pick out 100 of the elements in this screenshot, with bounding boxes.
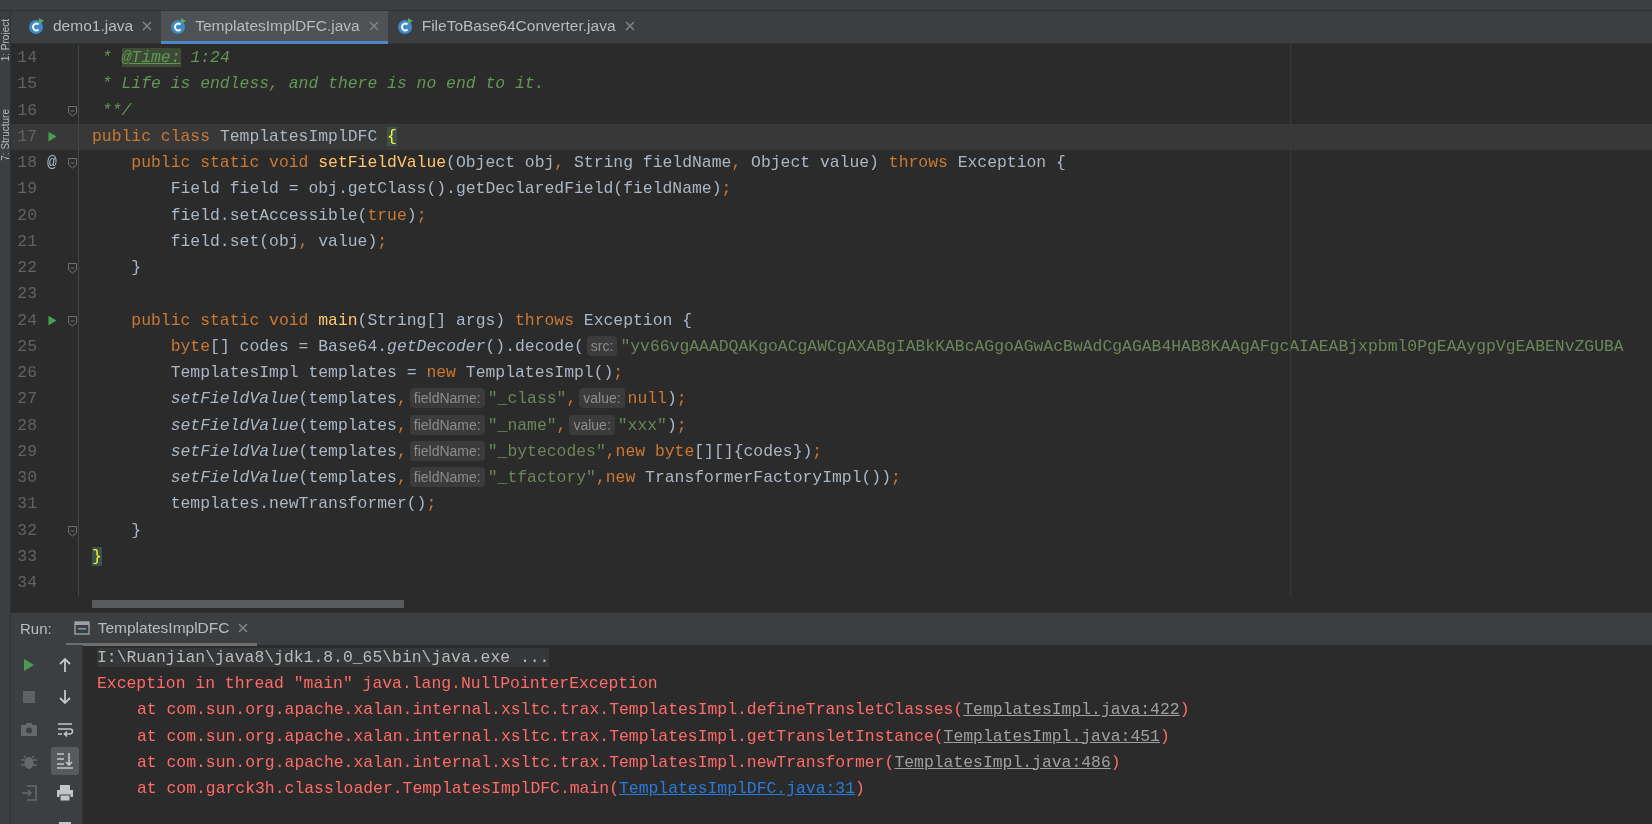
fold-icon[interactable] — [67, 157, 78, 170]
code-text: setFieldValue — [169, 441, 299, 461]
code-text: value) — [318, 231, 378, 251]
bug-icon — [20, 752, 38, 770]
scrollbar-thumb[interactable] — [92, 600, 404, 608]
fold-icon[interactable] — [67, 104, 78, 117]
fold-icon[interactable] — [67, 524, 78, 537]
parameter-hint: value: — [579, 388, 625, 409]
code-text: (Object obj — [446, 153, 555, 172]
code-text: TemplatesImpl templates = — [169, 363, 418, 382]
code-text: } — [130, 258, 142, 277]
editor-tab[interactable]: TemplatesImplDFC.java — [161, 11, 388, 44]
source-link[interactable]: TemplatesImpl.java:451 — [943, 726, 1160, 746]
code-text: "_tfactory" — [487, 468, 596, 487]
code-text: ) — [666, 389, 677, 409]
editor-tab[interactable]: FileToBase64Converter.java — [387, 11, 644, 44]
close-icon[interactable] — [141, 20, 154, 32]
close-icon[interactable] — [237, 621, 250, 634]
code-text: Exception { — [957, 153, 1066, 172]
code-text: **/ — [100, 100, 132, 120]
line-number: 22 — [16, 257, 37, 279]
code-text: , — [731, 153, 743, 172]
console-text: I:\Ruanjian\java8\jdk1.8.0_65\bin\java.exe ... — [97, 648, 550, 667]
console-text: at com.garck3h.classloader.TemplatesImplDFC.main( — [137, 778, 619, 798]
parameter-hint: value: — [569, 414, 615, 435]
code-text: [] codes = Base64. — [210, 336, 388, 356]
source-link[interactable]: TemplatesImpl.java:422 — [963, 700, 1180, 720]
editor-tab[interactable]: demo1.java — [19, 11, 162, 44]
line-number: 21 — [16, 230, 37, 253]
code-text: setFieldValue — [318, 153, 447, 172]
line-number: 26 — [16, 362, 37, 384]
code-text: Field field = obj.getClass().getDeclaredField(fieldName) — [169, 179, 722, 199]
code-text: , — [396, 415, 407, 435]
class-file-icon — [169, 17, 188, 35]
close-icon[interactable] — [623, 20, 636, 32]
code-text: "_name" — [487, 415, 557, 435]
close-icon[interactable] — [367, 20, 380, 32]
code-text: String fieldName — [574, 153, 732, 172]
run-panel-label: Run: — [19, 618, 53, 639]
console-text: Exception in thread "main" java.lang.NullPointerException — [97, 674, 658, 694]
code-text: throws — [888, 153, 949, 172]
console-icon — [73, 619, 90, 636]
line-number: 32 — [16, 519, 37, 542]
code-text: 1:24 — [189, 48, 230, 67]
scroll-to-end-button[interactable] — [51, 747, 79, 775]
code-text: "yv66vgAAADQAKgoACgAWCgAXABgIABkKABcAGgoAGwAcBwAdCgAGAB4HAB8KAAgAFgcAIAEABjxpbml0PgEAAygpVgEABENvZGUBA — [620, 336, 1624, 356]
line-number: 23 — [16, 283, 37, 306]
code-text: } — [92, 546, 102, 566]
class-file-icon — [395, 17, 414, 35]
source-link[interactable]: TemplatesImpl.java:486 — [894, 752, 1111, 772]
code-text: { — [387, 126, 397, 146]
code-text: (templates — [298, 415, 397, 435]
code-text: (templates — [298, 389, 397, 409]
code-text: } — [130, 520, 142, 540]
code-text: setFieldValue — [169, 468, 299, 487]
console-text: at com.sun.org.apache.xalan.internal.xsltc.trax.TemplatesImpl.newTransformer( — [137, 752, 895, 772]
line-number: 34 — [16, 572, 37, 594]
up-arrow-icon — [57, 657, 73, 673]
line-number: 31 — [16, 493, 37, 516]
override-marker[interactable]: @ — [47, 150, 57, 177]
line-number: 24 — [16, 309, 37, 332]
code-text: "xxx" — [617, 415, 667, 435]
code-text: [][]{codes}) — [694, 441, 813, 461]
code-text: getDecoder — [387, 336, 486, 356]
line-number: 33 — [16, 545, 37, 568]
code-text: @Time: — [121, 48, 181, 67]
parameter-hint: fieldName: — [409, 467, 485, 487]
line-number: 19 — [16, 178, 37, 201]
line-number: 30 — [16, 467, 37, 489]
console-text: ) — [855, 778, 865, 798]
code-text: field.setAccessible( — [169, 205, 368, 225]
parameter-hint: fieldName: — [409, 440, 485, 461]
line-number: 29 — [16, 440, 37, 463]
code-text: , — [556, 415, 567, 435]
code-text: ; — [676, 415, 687, 435]
code-text: setFieldValue — [169, 415, 299, 435]
class-file-icon — [27, 17, 45, 35]
run-gutter-icon[interactable] — [45, 314, 59, 328]
run-gutter-icon[interactable] — [45, 130, 59, 144]
line-number: 16 — [16, 99, 37, 122]
code-text: TemplatesImpl() — [465, 363, 614, 382]
source-link[interactable]: TemplatesImplDFC.java:31 — [618, 778, 856, 798]
code-text: (templates — [298, 468, 397, 487]
code-text: true — [367, 205, 407, 225]
code-text: , — [396, 468, 407, 487]
wrap-icon — [56, 720, 74, 738]
code-text: ,new — [595, 468, 637, 487]
code-text: field.set(obj — [169, 231, 299, 251]
fold-icon[interactable] — [67, 262, 78, 275]
line-number: 14 — [16, 47, 37, 69]
code-text: (templates — [298, 441, 397, 461]
code-text: null — [627, 389, 667, 409]
code-text: TransformerFactoryImpl()) — [645, 468, 891, 487]
fold-icon[interactable] — [67, 314, 78, 327]
code-text: setFieldValue — [169, 389, 299, 409]
code-text: (String[] args) — [357, 310, 507, 330]
code-text: ; — [891, 468, 901, 487]
code-text: public class — [92, 126, 212, 146]
code-text: TemplatesImplDFC — [219, 126, 379, 146]
code-text: ; — [812, 441, 823, 461]
